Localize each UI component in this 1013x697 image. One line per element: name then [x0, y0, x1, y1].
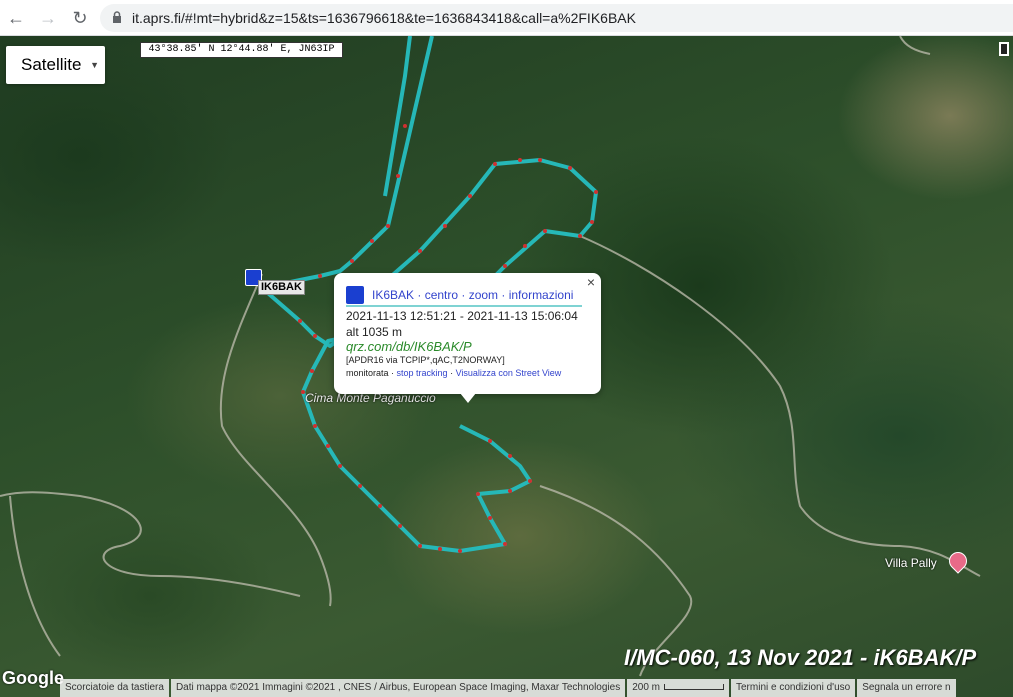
address-bar[interactable]: it.aprs.fi/#!mt=hybrid&z=15&ts=163679661… [100, 4, 1013, 32]
infowindow-tail [460, 393, 476, 403]
fullscreen-icon[interactable] [999, 42, 1009, 56]
scale-label: 200 m [632, 682, 660, 693]
station-symbol-icon [346, 286, 364, 304]
callsign-link[interactable]: IK6BAK [372, 288, 414, 302]
url-text: it.aprs.fi/#!mt=hybrid&z=15&ts=163679661… [132, 10, 636, 26]
map-canvas[interactable]: Satellite ▼ 43°38.85' N 12°44.88' E, JN6… [0, 36, 1013, 697]
reload-icon[interactable]: ↻ [68, 6, 92, 30]
street-view-link[interactable]: Visualizza con Street View [456, 368, 562, 378]
terms-link[interactable]: Termini e condizioni d'uso [731, 679, 856, 697]
scale-control[interactable]: 200 m [627, 679, 729, 697]
infowindow-header: IK6BAK · centro · zoom · informazioni [346, 285, 582, 307]
browser-toolbar: ← → ↻ it.aprs.fi/#!mt=hybrid&z=15&ts=163… [0, 0, 1013, 36]
status-text: monitorata · [346, 368, 397, 378]
google-logo: Google [2, 668, 64, 688]
map-footer: Scorciatoie da tastiera Dati mappa ©2021… [60, 679, 958, 697]
shortcuts-link[interactable]: Scorciatoie da tastiera [60, 679, 169, 697]
arrow-right-icon[interactable]: → [36, 6, 60, 30]
close-icon[interactable]: × [587, 274, 595, 290]
separator: · [447, 368, 456, 378]
map-type-dropdown[interactable]: Satellite ▼ [6, 46, 105, 84]
map-type-label: Satellite [21, 55, 82, 74]
qrz-link[interactable]: qrz.com/db/IK6BAK/P [346, 339, 591, 354]
tracking-row: monitorata · stop tracking · Visualizza … [346, 367, 591, 380]
lock-icon [113, 11, 121, 23]
time-range: 2021-11-13 12:51:21 - 2021-11-13 15:06:0… [346, 309, 578, 323]
station-infowindow: × IK6BAK · centro · zoom · informazioni … [334, 273, 601, 403]
stop-tracking-link[interactable]: stop tracking [397, 368, 448, 378]
report-error-link[interactable]: Segnala un errore n [857, 679, 956, 697]
arrow-left-icon[interactable]: ← [4, 6, 28, 30]
altitude: alt 1035 m [346, 325, 403, 339]
attribution: Dati mappa ©2021 Immagini ©2021 , CNES /… [170, 679, 626, 697]
cursor-coordinates: 43°38.85' N 12°44.88' E, JN63IP [140, 42, 343, 58]
caret-down-icon: ▼ [90, 60, 99, 70]
scale-bar [664, 684, 724, 691]
station-label[interactable]: IK6BAK [258, 280, 305, 295]
map-caption: I/MC-060, 13 Nov 2021 - iK6BAK/P [624, 645, 977, 670]
action-links[interactable]: · centro · zoom · informazioni [414, 288, 573, 302]
packet-path: [APDR16 via TCPIP*,qAC,T2NORWAY] [346, 355, 505, 365]
place-label-villa[interactable]: Villa Pally [885, 556, 937, 570]
